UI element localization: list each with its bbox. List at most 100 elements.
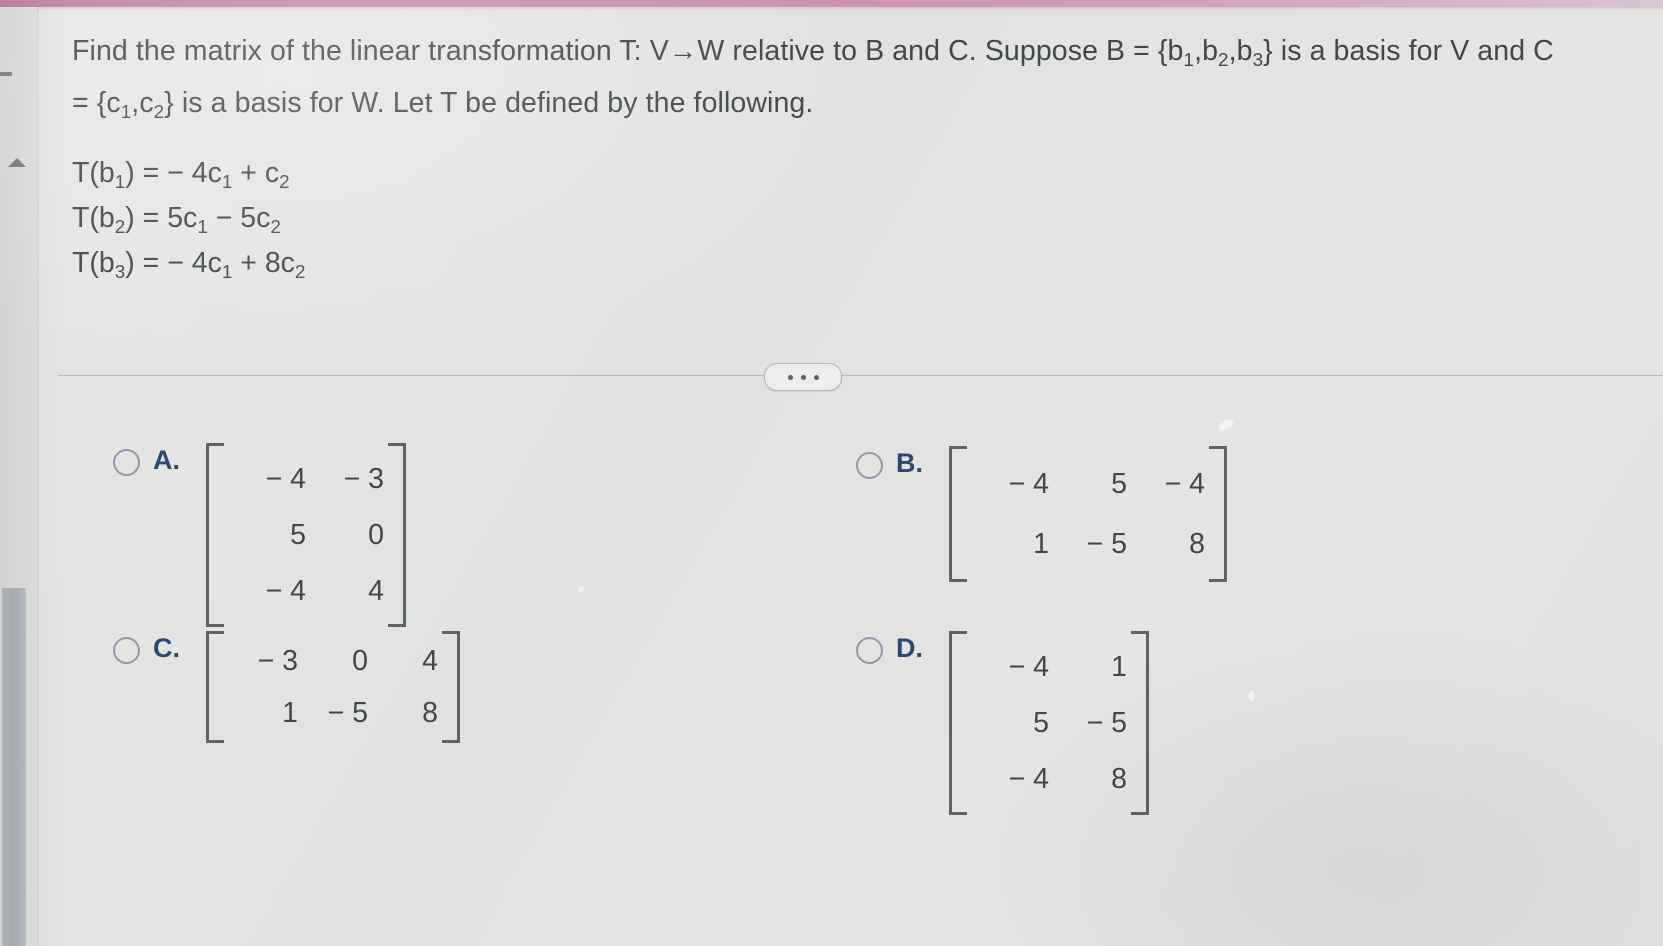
bracket-left-icon xyxy=(949,446,967,582)
bracket-right-icon xyxy=(442,631,460,743)
answer-option-d[interactable]: D. − 4 1 5 − 5 − 4 8 xyxy=(856,631,1149,815)
more-options-ellipsis-button[interactable] xyxy=(764,363,842,391)
matrix-cell: 5 xyxy=(1033,707,1049,739)
radio-button-d[interactable] xyxy=(856,637,883,664)
dot-icon-2 xyxy=(800,374,806,380)
prompt-sub-c2: 2 xyxy=(153,101,165,123)
matrix-cell: − 4 xyxy=(1164,468,1205,500)
prompt-sub-b1: 1 xyxy=(1183,49,1195,71)
matrix-cell: − 4 xyxy=(265,575,306,607)
matrix-b: − 4 5 − 4 1 − 5 8 xyxy=(949,446,1227,582)
dot-icon-3 xyxy=(813,374,819,380)
glare-smudge xyxy=(1217,417,1235,433)
eq3-lhs-sub: 3 xyxy=(114,261,126,283)
matrix-d: − 4 1 5 − 5 − 4 8 xyxy=(949,631,1149,815)
bracket-right-icon xyxy=(1131,631,1149,815)
eq1-equals: ) = xyxy=(125,157,168,189)
vertical-scrollbar-thumb[interactable] xyxy=(2,588,26,946)
bracket-right-icon xyxy=(388,443,406,627)
eq2-equals: ) = xyxy=(125,202,168,234)
matrix-cell: 1 xyxy=(1033,528,1049,560)
prompt-part-2: ,b xyxy=(1194,35,1219,67)
eq2-rhs-term1: 5c xyxy=(167,202,198,234)
matrix-cell: 8 xyxy=(1189,528,1205,560)
eq2-rhs-term2: − 5c xyxy=(207,202,271,234)
bracket-left-icon xyxy=(206,443,224,627)
top-accent-stripe xyxy=(0,0,1663,7)
prompt-part-3: ,b xyxy=(1228,35,1253,67)
matrix-row: 1 − 5 8 xyxy=(228,687,438,739)
prompt-part-6: } is a basis for W. Let T be defined by … xyxy=(164,87,814,119)
equation-row-1: T(b1) = − 4c1 + c2 xyxy=(72,151,305,196)
matrix-a: − 4− 3 50 − 44 xyxy=(206,443,406,627)
answer-option-a[interactable]: A. − 4− 3 50 − 44 xyxy=(113,443,406,627)
matrix-cell: − 3 xyxy=(343,463,384,495)
eq2-rhs-sub2: 2 xyxy=(270,216,281,238)
matrix-row: 1 − 5 8 xyxy=(971,514,1205,574)
matrix-cell: 4 xyxy=(368,575,384,607)
matrix-cell: − 3 xyxy=(257,645,298,677)
radio-button-b[interactable] xyxy=(856,452,883,479)
matrix-cell: 8 xyxy=(422,697,438,729)
prompt-sub-b2: 2 xyxy=(1218,49,1229,71)
prompt-part-5: ,c xyxy=(131,87,154,119)
equation-row-2: T(b2) = 5c1 − 5c2 xyxy=(72,196,305,241)
radio-button-c[interactable] xyxy=(113,637,140,664)
prompt-sub-b3: 3 xyxy=(1252,49,1264,71)
matrix-cell: − 4 xyxy=(1008,651,1049,683)
matrix-cell: 0 xyxy=(352,645,368,677)
eq3-rhs-sub1: 1 xyxy=(221,261,233,283)
eq3-rhs-term2: + 8c xyxy=(232,247,295,279)
matrix-cell: 1 xyxy=(282,697,298,729)
divider-line xyxy=(58,375,1663,376)
answer-option-b[interactable]: B. − 4 5 − 4 1 − 5 8 xyxy=(856,446,1227,582)
prompt-sub-c1: 1 xyxy=(120,101,132,123)
matrix-row: − 4 4 xyxy=(228,563,384,619)
glare-smudge xyxy=(1248,691,1255,701)
matrix-cell: − 5 xyxy=(327,697,368,729)
matrix-row: − 4 5 − 4 xyxy=(971,454,1205,514)
dot-icon-1 xyxy=(787,374,793,380)
eq3-equals: ) = xyxy=(125,247,168,279)
screenshot-root: Find the matrix of the linear transforma… xyxy=(0,0,1663,946)
glare-smudge xyxy=(578,586,584,592)
transformation-equations: T(b1) = − 4c1 + c2 T(b2) = 5c1 − 5c2 T(b… xyxy=(72,151,305,286)
eq2-lhs: T(b xyxy=(72,202,115,234)
bracket-left-icon xyxy=(206,631,224,743)
eq3-lhs: T(b xyxy=(72,247,115,279)
matrix-row: − 4 − 3 xyxy=(228,451,384,507)
matrix-row: − 3 0 4 xyxy=(228,635,438,687)
matrix-cell: 5 xyxy=(290,519,306,551)
matrix-cell: 8 xyxy=(1111,763,1127,795)
matrix-cell: − 4 xyxy=(1008,763,1049,795)
eq1-rhs-sub2: 2 xyxy=(279,171,290,193)
matrix-row: 50 xyxy=(228,507,384,563)
matrix-row: − 4 1 xyxy=(971,639,1127,695)
eq3-rhs-sub2: 2 xyxy=(294,261,306,283)
bracket-right-icon xyxy=(1209,446,1227,582)
matrix-cell: 5 xyxy=(1111,468,1127,500)
eq1-lhs-sub: 1 xyxy=(114,171,126,193)
radio-button-a[interactable] xyxy=(113,449,140,476)
option-letter-b: B. xyxy=(896,448,923,478)
eq3-rhs-term1: − 4c xyxy=(167,247,222,279)
eq1-rhs-term1: − 4c xyxy=(167,157,222,189)
minimize-dash-icon[interactable] xyxy=(0,72,12,76)
eq1-lhs: T(b xyxy=(72,157,115,189)
matrix-c: − 3 0 4 1 − 5 8 xyxy=(206,631,460,743)
eq1-rhs-term2: + c xyxy=(232,157,280,189)
option-letter-d: D. xyxy=(896,633,923,663)
matrix-row: 5 − 5 xyxy=(971,695,1127,751)
triangle-up-icon[interactable] xyxy=(8,158,26,167)
matrix-row: − 4 8 xyxy=(971,751,1127,807)
matrix-cell: − 5 xyxy=(1086,528,1127,560)
matrix-cell: 4 xyxy=(422,645,438,677)
prompt-part-1: Find the matrix of the linear transforma… xyxy=(72,35,1184,67)
eq1-rhs-sub1: 1 xyxy=(221,171,233,193)
answer-option-c[interactable]: C. − 3 0 4 1 − 5 8 xyxy=(113,631,460,743)
matrix-cell: 0 xyxy=(368,519,384,551)
eq2-lhs-sub: 2 xyxy=(114,216,126,238)
question-content: Find the matrix of the linear transforma… xyxy=(38,11,1663,946)
eq2-rhs-sub1: 1 xyxy=(197,216,208,238)
option-letter-a: A. xyxy=(153,445,180,475)
